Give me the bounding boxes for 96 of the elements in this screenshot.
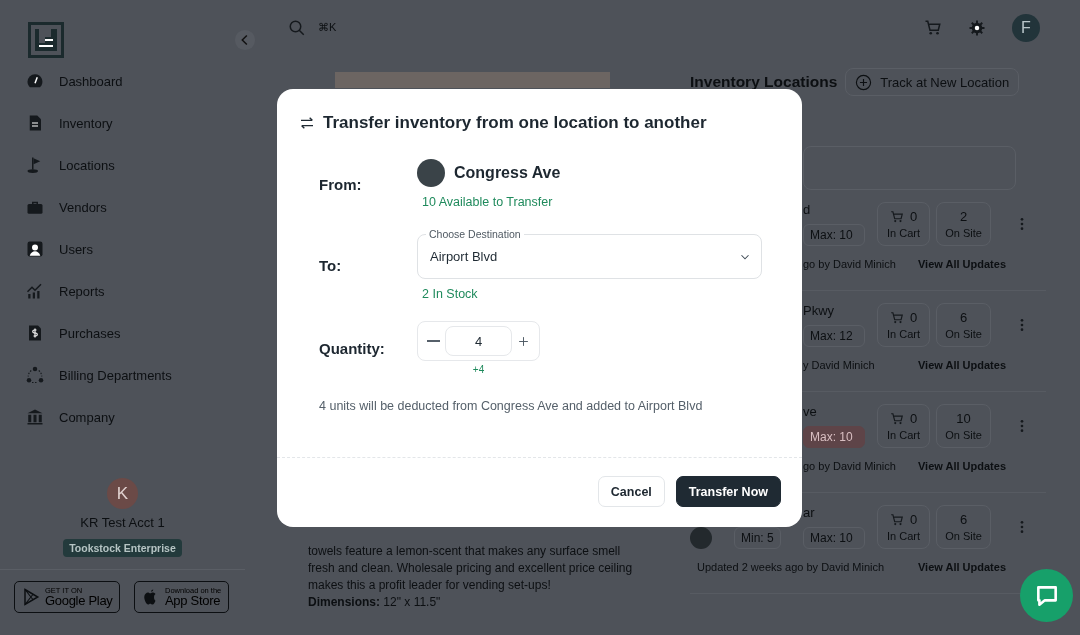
- panel-title: Inventory Locations: [690, 73, 838, 91]
- sidebar-item[interactable]: Company: [0, 396, 230, 438]
- swap-arrows-icon: [299, 115, 315, 131]
- search-button[interactable]: ⌘K: [288, 18, 337, 37]
- gauge-icon: [26, 72, 44, 90]
- track-location-button[interactable]: Track at New Location: [845, 68, 1020, 96]
- nav-label: Inventory: [59, 115, 113, 131]
- stat-count: 0: [909, 411, 918, 426]
- field-label: From:: [319, 175, 363, 193]
- cart-icon: [889, 411, 904, 426]
- cancel-button[interactable]: Cancel: [597, 476, 665, 507]
- quantity-input[interactable]: 4: [445, 326, 512, 356]
- link[interactable]: View All Updates: [917, 460, 1006, 472]
- product-description: towels feature a lemon-scent that makes any surface smell fresh and clean. Wholesale pricing and excellent price ceiling makes this a profit leader for vending set-ups!: [308, 543, 634, 594]
- plus-circle-icon: [855, 73, 873, 91]
- nav-label: Purchases: [59, 325, 121, 341]
- destination-select[interactable]: Choose Destination Airport Blvd: [417, 229, 762, 279]
- chevron-left-icon[interactable]: [234, 29, 256, 51]
- transfer-button[interactable]: Transfer Now: [675, 476, 781, 507]
- max-chip: Max: 10: [803, 527, 865, 549]
- nav-label: Dashboard: [59, 73, 123, 89]
- location-name[interactable]: ve: [803, 404, 871, 424]
- search-icon: [288, 18, 306, 37]
- nav-label: Vendors: [59, 199, 107, 215]
- link[interactable]: View All Updates: [917, 561, 1006, 573]
- dialog-title: Transfer inventory from one location to another: [323, 113, 707, 133]
- sidebar-item[interactable]: Billing Departments: [0, 354, 230, 396]
- link[interactable]: View All Updates: [917, 258, 1006, 270]
- stock-note: 2 In Stock: [421, 287, 479, 301]
- input-field[interactable]: [803, 146, 1016, 190]
- field-label: Quantity:: [319, 339, 386, 357]
- nav-label: Users: [59, 241, 93, 257]
- nav-label: Company: [59, 409, 115, 425]
- stat-label: In Cart: [887, 429, 920, 441]
- stat-label: In Cart: [887, 530, 920, 542]
- stat-label: In Cart: [887, 328, 920, 340]
- link[interactable]: View All Updates: [917, 359, 1006, 371]
- location-name: Congress Ave: [454, 164, 561, 182]
- max-chip: Max: 12: [803, 325, 865, 347]
- cart-icon: [889, 512, 904, 527]
- sidebar-item[interactable]: Purchases: [0, 312, 230, 354]
- sidebar-item[interactable]: Inventory: [0, 102, 230, 144]
- nav-label: Billing Departments: [59, 367, 172, 383]
- sidebar-item[interactable]: Reports: [0, 270, 230, 312]
- sidebar-item[interactable]: Dashboard: [0, 60, 230, 102]
- settings-icon[interactable]: [968, 18, 986, 37]
- stat-count: 0: [909, 310, 918, 325]
- dollar-document-icon: [26, 324, 44, 342]
- update-text: y David Minich: [803, 359, 875, 371]
- chat-button[interactable]: [1020, 569, 1073, 622]
- summary-text: 4 units will be deducted from Congress Ave and added to Airport Blvd: [318, 399, 704, 413]
- stat-count: 0: [909, 209, 918, 224]
- max-chip: Max: 10: [803, 224, 865, 246]
- avatar[interactable]: F: [1012, 13, 1040, 42]
- stat-label: On Site: [945, 328, 982, 340]
- max-chip: Max: 10: [803, 426, 865, 448]
- stat-count: 6: [959, 310, 968, 325]
- nav-label: Locations: [59, 157, 115, 173]
- quantity-change: +4: [471, 364, 486, 375]
- nodes-icon: [26, 366, 44, 384]
- stat-count: 0: [909, 512, 918, 527]
- location-name[interactable]: ar: [803, 505, 871, 525]
- person-icon: [26, 240, 44, 258]
- cart-icon[interactable]: [924, 18, 942, 37]
- update-text: go by David Minich: [803, 258, 896, 270]
- product-dimensions: Dimensions: 12" x 11.5": [308, 594, 442, 611]
- stat-label: In Cart: [887, 227, 920, 239]
- location-name[interactable]: d: [803, 202, 871, 222]
- cart-icon: [889, 209, 904, 224]
- stat-label: On Site: [945, 227, 982, 239]
- location-name[interactable]: Pkwy: [803, 303, 871, 323]
- plan-badge: Tookstock Enterprise: [63, 539, 182, 557]
- update-text: Updated 2 weeks ago by David Minich: [697, 561, 885, 573]
- availability-note: 10 Available to Transfer: [421, 195, 554, 209]
- account-name: KR Test Acct 1: [80, 515, 165, 530]
- stat-label: On Site: [945, 530, 982, 542]
- update-text: go by David Minich: [803, 460, 896, 472]
- sidebar-item[interactable]: Users: [0, 228, 230, 270]
- shortcut-hint: ⌘K: [318, 21, 337, 34]
- stat-count: 2: [959, 209, 968, 224]
- field-label: To:: [319, 256, 343, 274]
- play-triangle-icon: [22, 588, 40, 606]
- sidebar-item[interactable]: Locations: [0, 144, 230, 186]
- minus-icon: [427, 340, 440, 342]
- chart-icon: [26, 282, 44, 300]
- stat-label: On Site: [945, 429, 982, 441]
- stat-count: 6: [959, 512, 968, 527]
- avatar: K: [107, 478, 138, 509]
- logo-icon: [28, 22, 64, 58]
- sidebar-item[interactable]: Vendors: [0, 186, 230, 228]
- button-label[interactable]: Track at New Location: [880, 74, 1010, 90]
- stat-count: 10: [956, 411, 971, 426]
- nav-label: Reports: [59, 283, 105, 299]
- bank-icon: [26, 408, 44, 426]
- photo-placeholder: [417, 159, 445, 187]
- cart-icon: [889, 310, 904, 325]
